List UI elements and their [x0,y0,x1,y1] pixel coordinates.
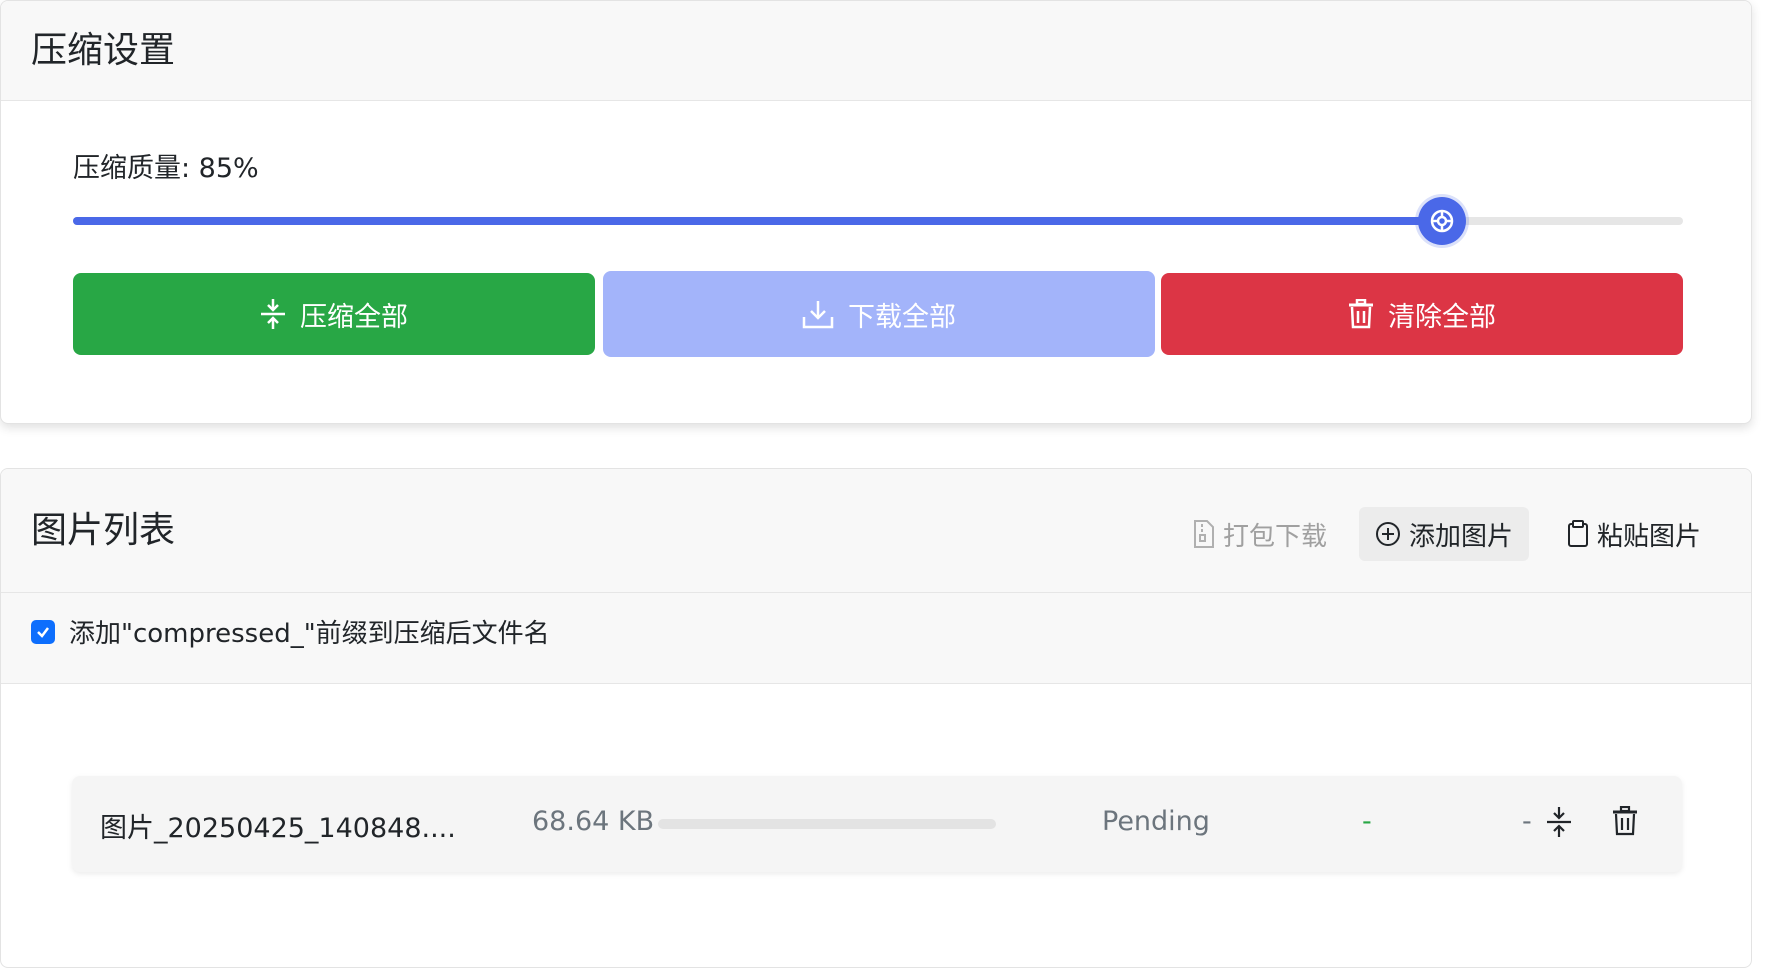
file-zip-icon [1194,520,1214,548]
compress-all-button[interactable]: 压缩全部 [73,273,595,355]
download-icon [802,301,834,329]
download-all-button[interactable]: 下载全部 [603,271,1155,357]
clipboard-icon [1568,520,1588,547]
quality-slider-fill [73,217,1442,225]
image-list-title: 图片列表 [31,510,176,551]
clear-all-button[interactable]: 清除全部 [1161,273,1683,355]
quality-label: 压缩质量: 85% [73,153,259,184]
file-status: Pending [1102,806,1210,837]
compress-icon [261,299,285,329]
settings-header: 压缩设置 [1,1,1751,101]
quality-slider[interactable] [73,197,1683,245]
file-size: 68.64 KB [532,806,655,837]
image-list-card: 图片列表 打包下载 添加图片 粘贴图片 添加"compressed_"前缀到压缩… [0,468,1752,968]
image-list-header: 图片列表 打包下载 添加图片 粘贴图片 [1,469,1751,593]
trash-icon [1613,805,1637,836]
row-delete-button[interactable] [1612,805,1638,840]
prefix-option[interactable]: 添加"compressed_"前缀到压缩后文件名 [31,613,550,650]
add-images-button[interactable]: 添加图片 [1359,507,1530,561]
file-name: 图片_20250425_140848.... [100,813,456,844]
pack-download-button[interactable]: 打包下载 [1177,507,1343,561]
settings-title: 压缩设置 [31,30,176,71]
add-images-label: 添加图片 [1409,521,1514,552]
clear-all-label: 清除全部 [1388,301,1496,333]
file-row: 图片_20250425_140848.... 68.64 KB Pending … [72,776,1682,872]
compression-settings-card: 压缩设置 压缩质量: 85% 压缩全部 下载全部 清除全部 [0,0,1752,424]
compress-all-label: 压缩全部 [300,301,408,333]
quality-slider-thumb[interactable] [1417,197,1466,245]
pack-download-label: 打包下载 [1223,521,1328,552]
prefix-option-label: 添加"compressed_"前缀到压缩后文件名 [69,619,550,649]
file-compressed-size: - [1362,806,1372,837]
trash-icon [1349,299,1373,329]
compress-icon [1547,807,1571,837]
row-compress-button[interactable] [1546,806,1572,842]
file-saved: - [1522,806,1532,837]
paste-images-button[interactable]: 粘贴图片 [1551,507,1717,561]
divider [1,683,1751,684]
file-progress-bar [658,819,996,829]
plus-circle-icon [1376,522,1400,546]
check-icon [37,626,49,638]
prefix-checkbox[interactable] [31,619,55,644]
download-all-label: 下载全部 [848,301,956,333]
slider-thumb-icon [1430,209,1453,233]
paste-images-label: 粘贴图片 [1597,521,1702,552]
